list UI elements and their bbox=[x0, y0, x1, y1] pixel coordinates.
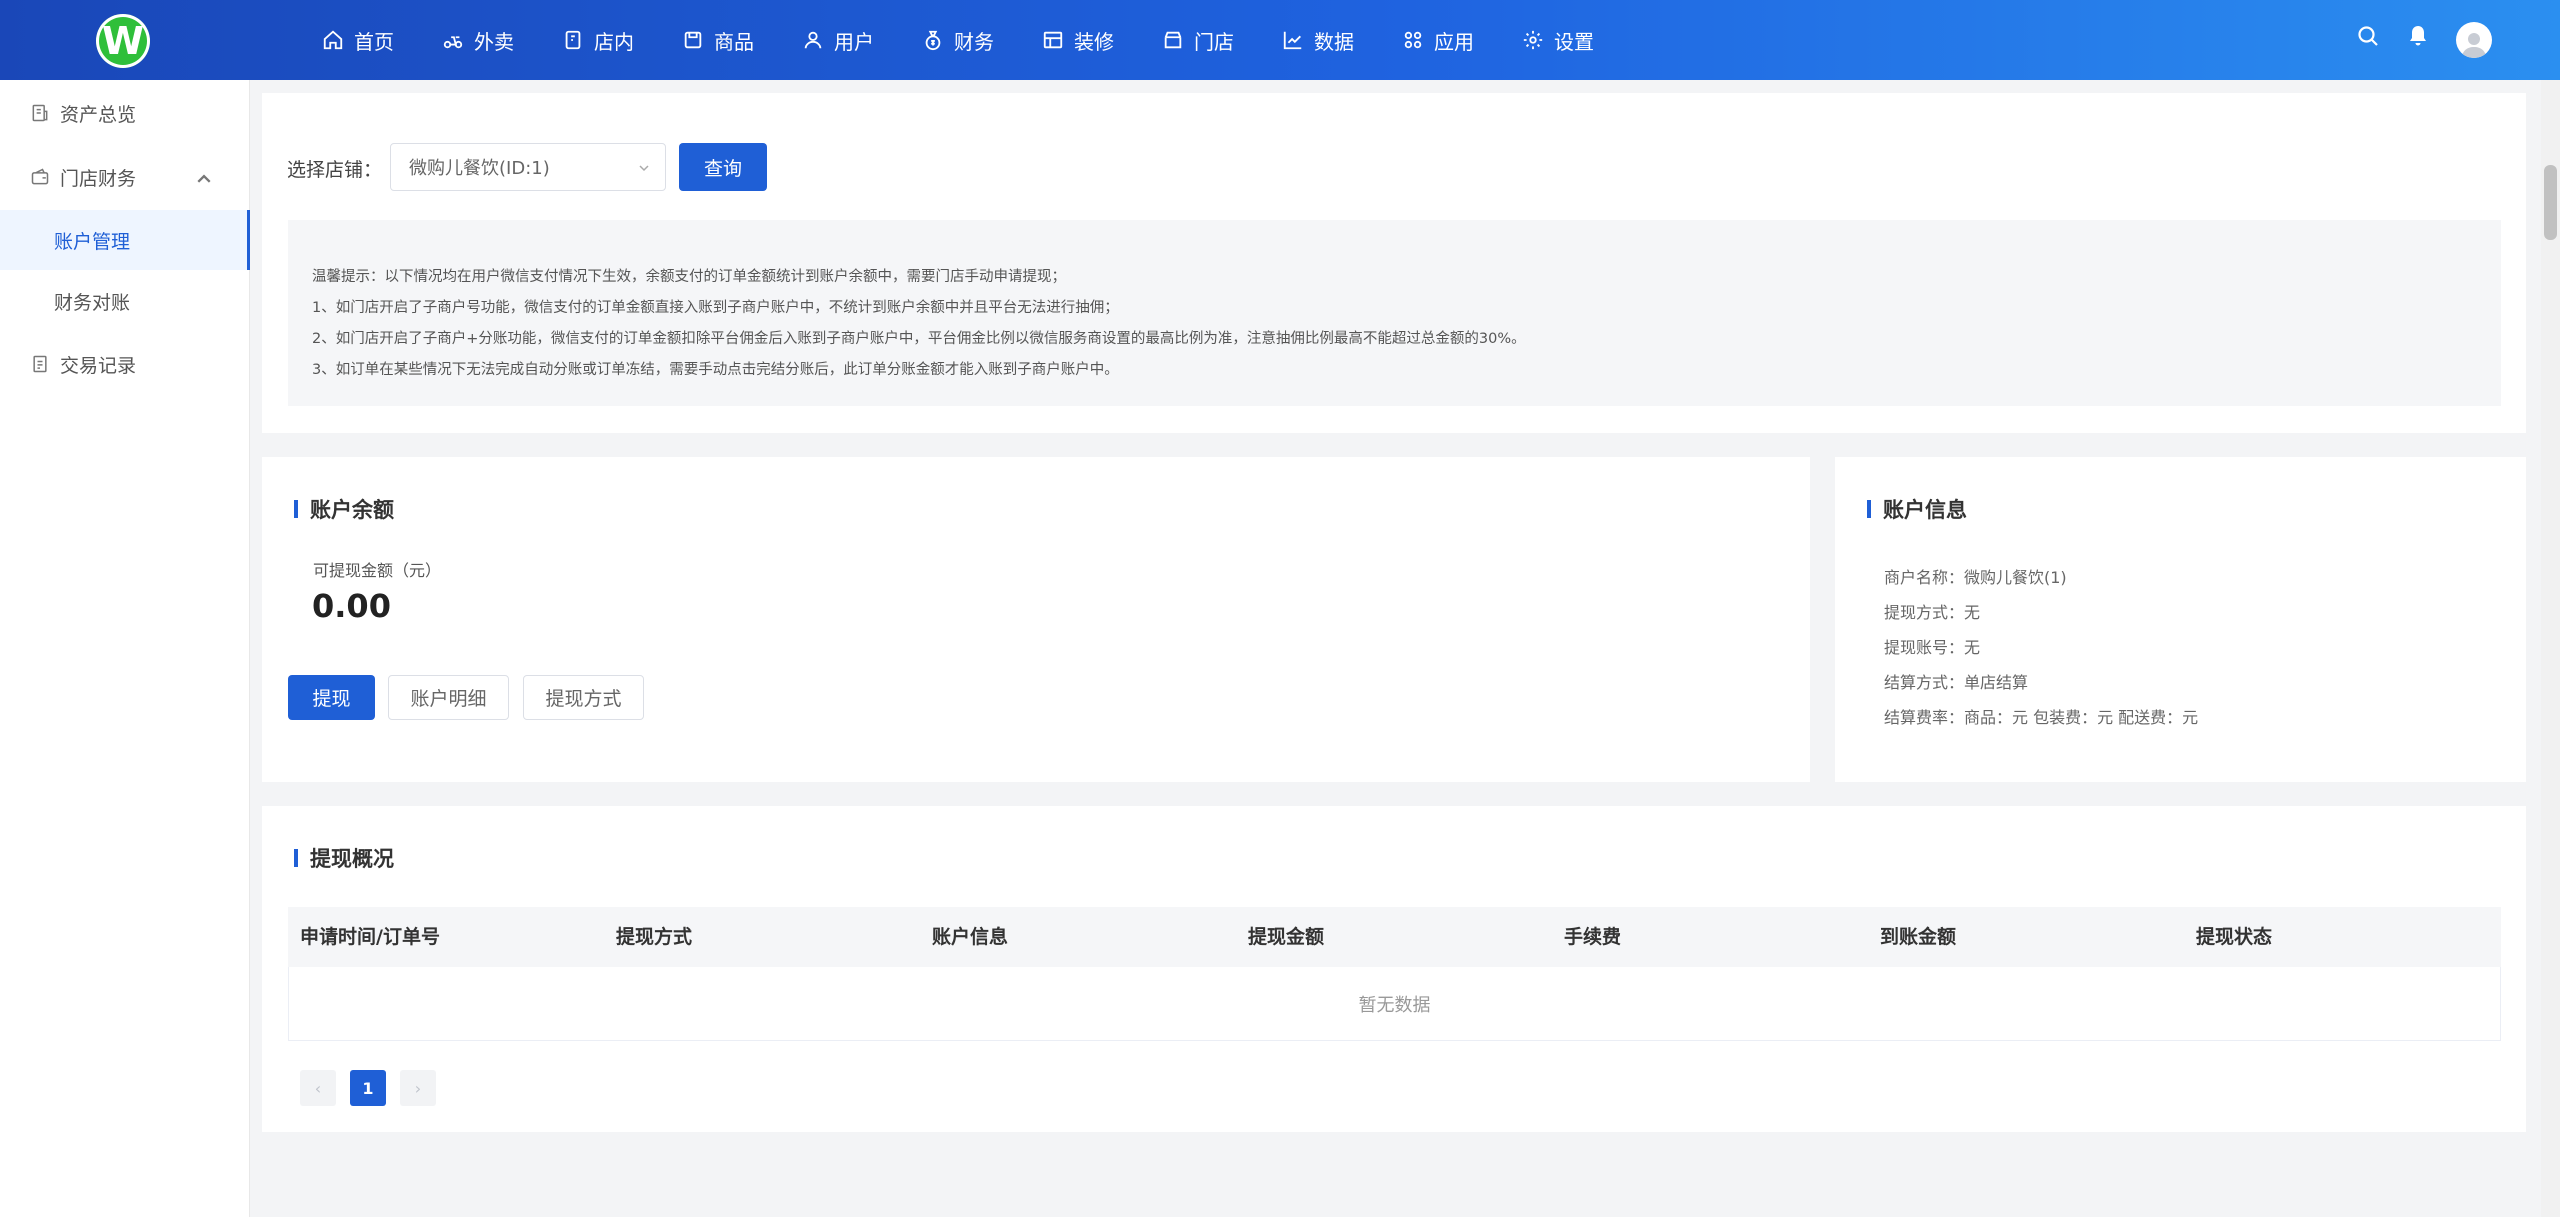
settlement-method: 结算方式：单店结算 bbox=[1884, 673, 2029, 692]
nav-label: 店内 bbox=[594, 29, 634, 54]
balance-card bbox=[262, 457, 1810, 782]
sidebar-item-account-management[interactable]: 账户管理 bbox=[0, 210, 250, 270]
document-icon bbox=[33, 355, 47, 373]
nav-label: 外卖 bbox=[474, 29, 514, 54]
withdrawal-title-text: 提现概况 bbox=[310, 847, 394, 871]
pagination-prev[interactable]: ‹ bbox=[300, 1070, 336, 1106]
page-scrollbar-track[interactable] bbox=[2541, 80, 2560, 1217]
withdraw-method: 提现方式：无 bbox=[1884, 603, 1981, 622]
nav-dine-in[interactable]: 店内 bbox=[562, 0, 634, 80]
nav-label: 门店 bbox=[1194, 29, 1234, 54]
balance-title: 账户余额 bbox=[294, 494, 394, 524]
bell-icon[interactable] bbox=[2406, 24, 2430, 48]
sidebar-item-finance-reconciliation[interactable]: 财务对账 bbox=[0, 271, 250, 331]
nav-label: 应用 bbox=[1434, 29, 1474, 54]
finance-bag-icon bbox=[31, 168, 49, 185]
account-info-title-text: 账户信息 bbox=[1883, 498, 1967, 522]
nav-settings[interactable]: 设置 bbox=[1522, 0, 1594, 80]
store-select-label: 选择店铺： bbox=[287, 159, 383, 181]
main-nav: 首页 外卖 店内 商品 用户 财务 装修 门店 数据 应用 设置 bbox=[322, 0, 1642, 80]
nav-store[interactable]: 门店 bbox=[1162, 0, 1234, 80]
nav-takeout[interactable]: 外卖 bbox=[442, 0, 514, 80]
column-header-received: 到账金额 bbox=[1880, 926, 1957, 948]
tip-line: 温馨提示：以下情况均在用户微信支付情况下生效，余额支付的订单金额统计到账户余额中… bbox=[312, 269, 1066, 285]
nav-label: 用户 bbox=[834, 29, 874, 54]
tips-panel: 温馨提示：以下情况均在用户微信支付情况下生效，余额支付的订单金额统计到账户余额中… bbox=[288, 220, 2501, 406]
store-select[interactable]: 微购儿餐饮(ID:1) bbox=[390, 143, 666, 191]
withdraw-account: 提现账号：无 bbox=[1884, 638, 1981, 657]
nav-label: 财务 bbox=[954, 29, 994, 54]
sidebar-item-asset-overview[interactable]: 资产总览 bbox=[0, 83, 250, 143]
page-scrollbar-thumb[interactable] bbox=[2544, 165, 2557, 240]
money-bag-icon bbox=[925, 30, 941, 51]
query-button[interactable]: 查询 bbox=[679, 143, 767, 191]
goods-icon bbox=[684, 31, 702, 49]
account-details-button[interactable]: 账户明细 bbox=[388, 675, 509, 720]
sidebar-label: 交易记录 bbox=[60, 354, 137, 377]
gear-icon bbox=[1523, 30, 1543, 50]
column-header-time: 申请时间/订单号 bbox=[300, 926, 440, 948]
column-header-account: 账户信息 bbox=[932, 926, 1009, 948]
nav-label: 装修 bbox=[1074, 29, 1114, 54]
nav-apps[interactable]: 应用 bbox=[1402, 0, 1474, 80]
withdrawable-label: 可提现金额（元） bbox=[313, 561, 442, 580]
withdrawal-title: 提现概况 bbox=[294, 843, 394, 873]
tip-line: 1、如门店开启了子商户号功能，微信支付的订单金额直接入账到子商户账户中，不统计到… bbox=[312, 300, 1119, 316]
column-header-amount: 提现金额 bbox=[1248, 926, 1325, 948]
column-header-fee: 手续费 bbox=[1564, 926, 1622, 948]
withdrawal-table-header: 申请时间/订单号 提现方式 账户信息 提现金额 手续费 到账金额 提现状态 bbox=[288, 907, 2501, 967]
decorate-icon bbox=[1043, 31, 1063, 49]
sidebar-label: 财务对账 bbox=[54, 291, 131, 314]
dine-in-icon bbox=[565, 30, 581, 50]
nav-label: 数据 bbox=[1314, 29, 1354, 54]
store-icon bbox=[1164, 31, 1182, 49]
tip-line: 3、如订单在某些情况下无法完成自动分账或订单冻结，需要手动点击完结分账后，此订单… bbox=[312, 362, 1119, 378]
withdraw-method-button[interactable]: 提现方式 bbox=[523, 675, 644, 720]
nav-finance[interactable]: 财务 bbox=[922, 0, 994, 80]
home-icon bbox=[323, 30, 343, 50]
wallet-icon bbox=[32, 104, 48, 122]
top-navigation-bar: W 首页 外卖 店内 商品 用户 财务 装修 门店 数据 应用 设置 bbox=[0, 0, 2560, 80]
avatar-person-icon bbox=[2462, 33, 2486, 58]
nav-label: 设置 bbox=[1554, 29, 1594, 54]
sidebar: 资产总览 门店财务 账户管理 财务对账 交易记录 bbox=[0, 80, 250, 1217]
nav-user[interactable]: 用户 bbox=[802, 0, 874, 80]
sidebar-item-store-finance[interactable]: 门店财务 bbox=[0, 147, 250, 207]
chart-icon bbox=[1283, 31, 1302, 50]
apps-icon bbox=[1404, 31, 1422, 49]
settlement-rate: 结算费率：商品：元 包装费：元 配送费：元 bbox=[1884, 708, 2199, 727]
column-header-status: 提现状态 bbox=[2196, 926, 2273, 948]
nav-decorate[interactable]: 装修 bbox=[1042, 0, 1114, 80]
empty-text: 暂无数据 bbox=[1358, 994, 1431, 1016]
merchant-name: 商户名称：微购儿餐饮(1) bbox=[1884, 568, 2067, 587]
store-select-value: 微购儿餐饮(ID:1) bbox=[409, 158, 550, 179]
chevron-up-icon bbox=[197, 174, 211, 183]
withdraw-button[interactable]: 提现 bbox=[288, 675, 375, 720]
balance-title-text: 账户余额 bbox=[310, 498, 394, 522]
pagination-page-1[interactable]: 1 bbox=[350, 1070, 386, 1106]
nav-goods[interactable]: 商品 bbox=[682, 0, 754, 80]
sidebar-item-transaction-records[interactable]: 交易记录 bbox=[0, 334, 250, 394]
column-header-method: 提现方式 bbox=[616, 926, 693, 948]
nav-data[interactable]: 数据 bbox=[1282, 0, 1354, 80]
empty-table-body: 暂无数据 bbox=[288, 967, 2501, 1041]
balance-amount: 0.00 bbox=[312, 587, 391, 625]
tip-line: 2、如门店开启了子商户+分账功能，微信支付的订单金额扣除平台佣金后入账到子商户账… bbox=[312, 331, 1526, 347]
nav-home[interactable]: 首页 bbox=[322, 0, 394, 80]
chevron-down-icon bbox=[639, 165, 649, 172]
user-avatar[interactable] bbox=[2456, 22, 2492, 58]
scooter-icon bbox=[443, 36, 463, 49]
nav-label: 商品 bbox=[714, 29, 754, 54]
search-icon[interactable] bbox=[2356, 24, 2380, 48]
brand-logo[interactable]: W bbox=[96, 14, 150, 68]
sidebar-label: 门店财务 bbox=[60, 167, 137, 190]
nav-label: 首页 bbox=[354, 29, 394, 54]
sidebar-label: 资产总览 bbox=[60, 103, 137, 126]
pagination-next[interactable]: › bbox=[400, 1070, 436, 1106]
account-info-title: 账户信息 bbox=[1867, 494, 1967, 524]
sidebar-label: 账户管理 bbox=[54, 230, 131, 253]
logo-letter: W bbox=[102, 19, 144, 63]
user-icon bbox=[804, 31, 822, 49]
